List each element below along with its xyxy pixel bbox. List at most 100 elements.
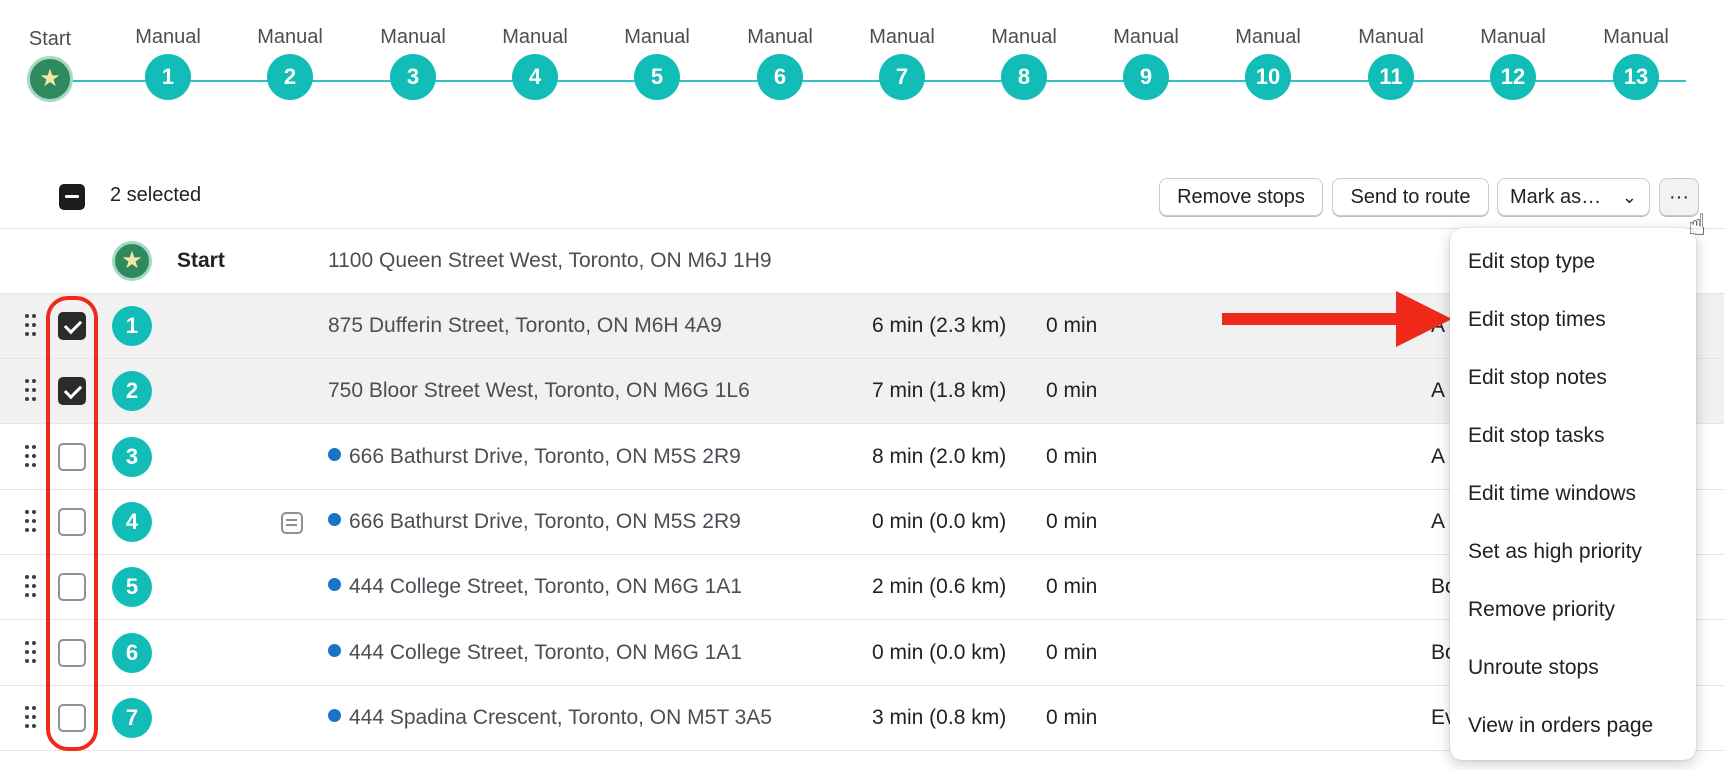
select-all-checkbox[interactable]	[59, 184, 85, 210]
service-time: 0 min	[1046, 575, 1098, 599]
timeline-node-label: Manual	[1480, 26, 1546, 48]
timeline-node-label: Manual	[1603, 26, 1669, 48]
stop-number-badge: 3	[112, 436, 152, 477]
travel-time: 7 min (1.8 km)	[872, 379, 1007, 403]
drag-handle-icon[interactable]	[25, 314, 37, 338]
menu-item[interactable]: Edit stop times	[1468, 308, 1606, 332]
stop-number-badge: 7	[879, 54, 925, 100]
stop-number-badge: 1	[145, 54, 191, 100]
timeline-stop-node[interactable]: Manual 9	[1091, 24, 1201, 100]
stop-number-badge: 6	[757, 54, 803, 100]
timeline-node-label: Manual	[991, 26, 1057, 48]
timeline-stop-node[interactable]: Manual 7	[847, 24, 957, 100]
menu-item[interactable]: Set as high priority	[1468, 540, 1642, 564]
stop-number-badge: 3	[390, 54, 436, 100]
stop-address: 666 Bathurst Drive, Toronto, ON M5S 2R9	[328, 510, 741, 534]
stop-number-badge: 2	[267, 54, 313, 100]
menu-item[interactable]: Remove priority	[1468, 598, 1615, 622]
annotation-arrow-head	[1396, 291, 1452, 347]
eta-text: A	[1431, 379, 1446, 403]
service-time: 0 min	[1046, 705, 1098, 729]
timeline-node-label: Manual	[135, 26, 201, 48]
timeline-node-label: Manual	[1113, 26, 1179, 48]
note-icon[interactable]	[281, 511, 303, 534]
travel-time: 8 min (2.0 km)	[872, 444, 1007, 468]
timeline-start-node[interactable]: Start ★	[0, 24, 105, 102]
stop-number-badge: 12	[1490, 54, 1536, 100]
timeline-stop-node[interactable]: Manual 5	[602, 24, 712, 100]
eta-text: A	[1431, 444, 1446, 468]
travel-time: 0 min (0.0 km)	[872, 640, 1007, 664]
eta-text: A	[1431, 509, 1446, 533]
stop-number-badge: 5	[634, 54, 680, 100]
stop-number-badge: 13	[1613, 54, 1659, 100]
timeline-node-label: Manual	[1358, 26, 1424, 48]
stop-number-badge: 10	[1245, 54, 1291, 100]
timeline-stop-node[interactable]: Manual 13	[1581, 24, 1691, 100]
star-icon: ★	[39, 65, 61, 92]
mark-as-button[interactable]: Mark as… ⌄	[1497, 178, 1650, 216]
stop-number-badge: 6	[112, 632, 152, 673]
star-icon: ★	[121, 247, 143, 274]
annotation-highlight-box	[46, 296, 98, 751]
drag-handle-icon[interactable]	[25, 705, 37, 730]
service-time: 0 min	[1046, 509, 1098, 533]
menu-item[interactable]: Unroute stops	[1468, 656, 1599, 680]
send-to-route-button[interactable]: Send to route	[1332, 178, 1489, 216]
drag-handle-icon[interactable]	[25, 444, 37, 469]
service-time: 0 min	[1046, 379, 1098, 403]
timeline-stop-node[interactable]: Manual 3	[358, 24, 468, 100]
timeline-stop-node[interactable]: Manual 6	[725, 24, 835, 100]
status-dot-icon	[328, 708, 341, 722]
annotation-arrow-shaft	[1222, 313, 1402, 325]
timeline-stop-node[interactable]: Manual 12	[1458, 24, 1568, 100]
route-timeline: Start ★ Manual 1 Manual 2 Manual 3 Manual 4 Manual…	[0, 0, 1724, 120]
timeline-node-label: Start	[28, 28, 72, 50]
timeline-stop-node[interactable]: Manual 1	[113, 24, 223, 100]
timeline-node-label: Manual	[869, 26, 935, 48]
stop-number-badge: 9	[1123, 54, 1169, 100]
menu-item[interactable]: Edit time windows	[1468, 482, 1636, 506]
travel-time: 2 min (0.6 km)	[872, 575, 1007, 599]
service-time: 0 min	[1046, 444, 1098, 468]
status-dot-icon	[328, 643, 341, 657]
stop-number-badge: 8	[1001, 54, 1047, 100]
timeline-node-label: Manual	[1235, 26, 1301, 48]
drag-handle-icon[interactable]	[25, 640, 37, 665]
menu-item[interactable]: View in orders page	[1468, 714, 1653, 738]
menu-item[interactable]: Edit stop tasks	[1468, 424, 1605, 448]
drag-handle-icon[interactable]	[25, 575, 37, 599]
timeline-node-label: Manual	[747, 26, 813, 48]
travel-time: 0 min (0.0 km)	[872, 509, 1007, 533]
stop-number-badge: 2	[112, 371, 152, 412]
status-dot-icon	[328, 447, 341, 461]
menu-item[interactable]: Edit stop type	[1468, 250, 1595, 274]
timeline-stop-node[interactable]: Manual 4	[480, 24, 590, 100]
drag-handle-icon[interactable]	[25, 379, 37, 403]
status-dot-icon	[328, 512, 341, 526]
stop-address-text: 444 Spadina Crescent, Toronto, ON M5T 3A…	[349, 705, 772, 729]
timeline-stop-node[interactable]: Manual 2	[235, 24, 345, 100]
chevron-down-icon: ⌄	[1621, 187, 1637, 207]
stop-address: 875 Dufferin Street, Toronto, ON M6H 4A9	[328, 314, 722, 338]
start-marker: ★	[112, 241, 152, 281]
timeline-node-label: Manual	[502, 26, 568, 48]
timeline-stop-node[interactable]: Manual 11	[1336, 24, 1446, 100]
stop-address: 444 Spadina Crescent, Toronto, ON M5T 3A…	[328, 706, 772, 730]
timeline-node-label: Manual	[624, 26, 690, 48]
selected-count: 2 selected	[110, 184, 202, 206]
timeline-stop-node[interactable]: Manual 8	[969, 24, 1079, 100]
drag-handle-icon[interactable]	[25, 509, 37, 534]
stop-address-text: 444 College Street, Toronto, ON M6G 1A1	[349, 575, 742, 599]
remove-stops-button[interactable]: Remove stops	[1159, 178, 1323, 216]
stop-number-badge: 7	[112, 697, 152, 738]
stop-number-badge: 4	[112, 501, 152, 542]
menu-item[interactable]: Edit stop notes	[1468, 366, 1607, 390]
start-label: Start	[177, 249, 225, 272]
timeline-stop-node[interactable]: Manual 10	[1213, 24, 1323, 100]
stop-address-text: 666 Bathurst Drive, Toronto, ON M5S 2R9	[349, 444, 741, 468]
stop-address-text: 666 Bathurst Drive, Toronto, ON M5S 2R9	[349, 509, 741, 533]
timeline-node-label: Manual	[380, 26, 446, 48]
travel-time: 6 min (2.3 km)	[872, 314, 1007, 337]
stop-number-badge: 11	[1368, 54, 1414, 100]
